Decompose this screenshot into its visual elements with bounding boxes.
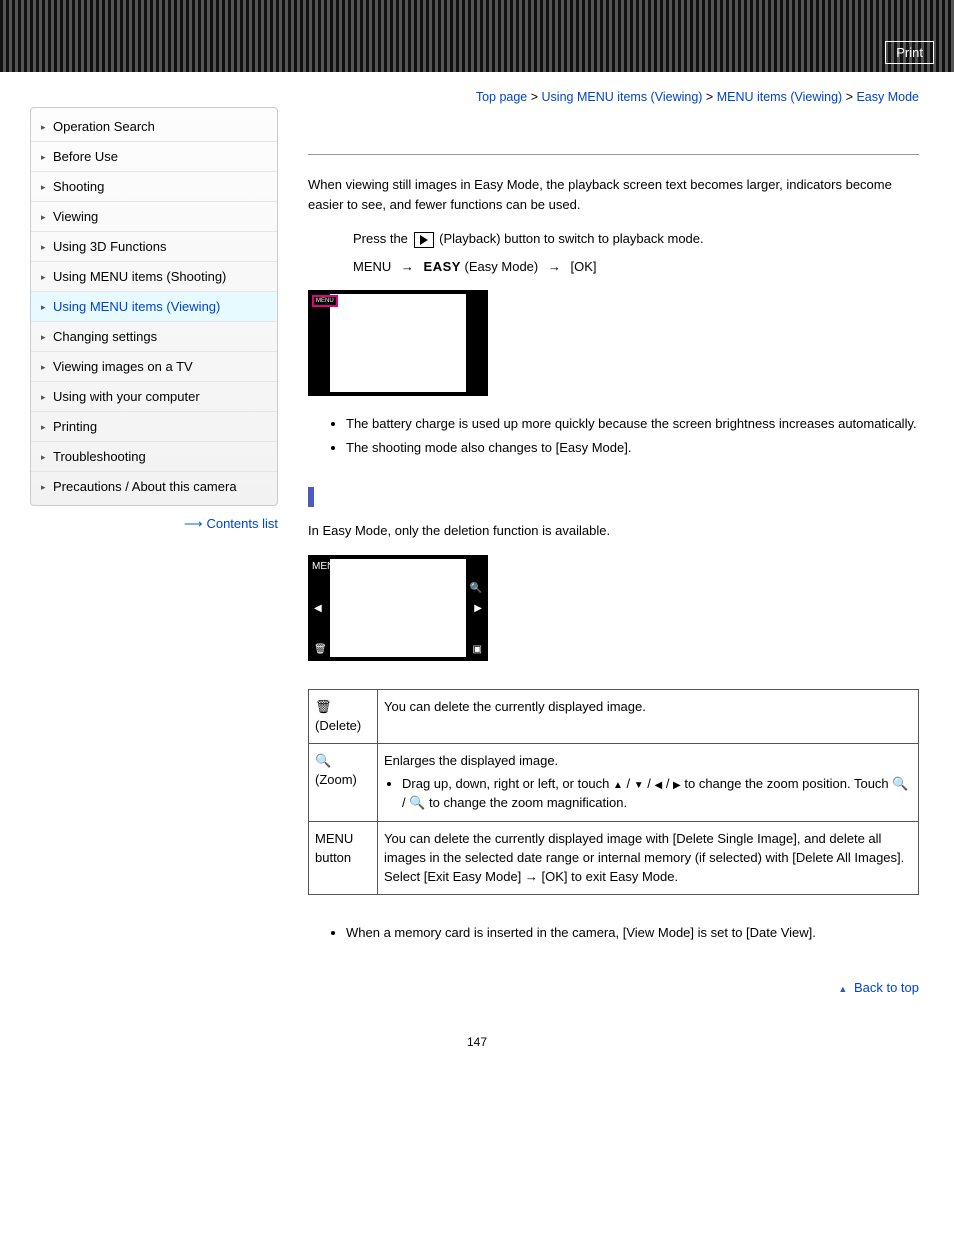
step-2: MENU → EASY (Easy Mode) → [OK] bbox=[353, 256, 919, 278]
trash-icon bbox=[315, 699, 332, 714]
sidebar-item-active[interactable]: Using MENU items (Viewing) bbox=[31, 292, 277, 322]
sidebar-nav: Operation Search Before Use Shooting Vie… bbox=[30, 107, 278, 506]
easy-label: EASY bbox=[424, 259, 461, 274]
next-icon: ▶ bbox=[474, 603, 482, 614]
breadcrumb-sep: > bbox=[846, 90, 857, 104]
list-item: The shooting mode also changes to [Easy … bbox=[346, 438, 919, 458]
back-to-top-link[interactable]: Back to top bbox=[308, 980, 919, 995]
page-number: 147 bbox=[0, 1035, 954, 1049]
notes-list-2: When a memory card is inserted in the ca… bbox=[328, 925, 919, 940]
zoom-in-icon: 🔍 bbox=[892, 776, 908, 791]
section2-intro: In Easy Mode, only the deletion function… bbox=[308, 521, 919, 541]
sidebar-item[interactable]: Shooting bbox=[31, 172, 277, 202]
zoom-in-icon: 🔍 bbox=[470, 583, 482, 594]
screenshot-1: MENU bbox=[308, 290, 488, 396]
sidebar-item[interactable]: Viewing bbox=[31, 202, 277, 232]
breadcrumb: Top page > Using MENU items (Viewing) > … bbox=[308, 90, 919, 104]
sidebar: Operation Search Before Use Shooting Vie… bbox=[30, 107, 278, 1025]
list-item: Drag up, down, right or left, or touch ▲… bbox=[402, 775, 912, 813]
header-bar: Print bbox=[0, 0, 954, 72]
table-row: MENU button You can delete the currently… bbox=[309, 821, 919, 895]
section-marker bbox=[308, 487, 314, 507]
right-icon: ▶ bbox=[673, 780, 681, 791]
sidebar-item[interactable]: Viewing images on a TV bbox=[31, 352, 277, 382]
up-icon: ▲ bbox=[613, 780, 623, 791]
notes-list-1: The battery charge is used up more quick… bbox=[328, 414, 919, 457]
sidebar-item[interactable]: Troubleshooting bbox=[31, 442, 277, 472]
sidebar-item[interactable]: Operation Search bbox=[31, 112, 277, 142]
sidebar-item[interactable]: Using with your computer bbox=[31, 382, 277, 412]
camera-icon: ▣ bbox=[473, 644, 482, 655]
print-button[interactable]: Print bbox=[885, 41, 934, 64]
cell-label: (Zoom) bbox=[309, 744, 378, 822]
breadcrumb-link[interactable]: MENU items (Viewing) bbox=[717, 90, 843, 104]
menu-badge-icon: MENU bbox=[312, 295, 338, 307]
cell-label: (Delete) bbox=[309, 689, 378, 744]
list-item: The battery charge is used up more quick… bbox=[346, 414, 919, 434]
breadcrumb-link[interactable]: Using MENU items (Viewing) bbox=[542, 90, 703, 104]
cell-desc: You can delete the currently displayed i… bbox=[378, 689, 919, 744]
cell-label: MENU button bbox=[309, 821, 378, 895]
breadcrumb-current: Easy Mode bbox=[856, 90, 919, 104]
prev-icon: ◀ bbox=[314, 603, 322, 614]
main-content: Top page > Using MENU items (Viewing) > … bbox=[278, 72, 924, 1025]
breadcrumb-sep: > bbox=[706, 90, 717, 104]
table-row: (Zoom) Enlarges the displayed image. Dra… bbox=[309, 744, 919, 822]
step-1: Press the (Playback) button to switch to… bbox=[353, 228, 919, 250]
zoom-icon bbox=[315, 753, 331, 768]
breadcrumb-link[interactable]: Top page bbox=[476, 90, 527, 104]
list-item: When a memory card is inserted in the ca… bbox=[346, 925, 919, 940]
sidebar-item[interactable]: Using MENU items (Shooting) bbox=[31, 262, 277, 292]
trash-icon: 🗑 bbox=[314, 644, 327, 655]
menu-icon: MENU bbox=[312, 561, 341, 572]
zoom-out-icon: 🔍 bbox=[409, 795, 425, 810]
function-table: (Delete) You can delete the currently di… bbox=[308, 689, 919, 896]
cell-desc: You can delete the currently displayed i… bbox=[378, 821, 919, 895]
sidebar-item[interactable]: Using 3D Functions bbox=[31, 232, 277, 262]
sidebar-item[interactable]: Changing settings bbox=[31, 322, 277, 352]
table-row: (Delete) You can delete the currently di… bbox=[309, 689, 919, 744]
arrow-right-icon: → bbox=[401, 259, 414, 274]
sidebar-item[interactable]: Precautions / About this camera bbox=[31, 472, 277, 501]
arrow-right-icon: → bbox=[525, 869, 538, 884]
arrow-right-icon: → bbox=[548, 259, 561, 274]
divider bbox=[308, 154, 919, 155]
contents-list-link[interactable]: ⟶Contents list bbox=[30, 516, 278, 532]
arrow-right-icon: ⟶ bbox=[184, 516, 203, 531]
down-icon: ▼ bbox=[634, 780, 644, 791]
breadcrumb-sep: > bbox=[531, 90, 542, 104]
cell-desc: Enlarges the displayed image. Drag up, d… bbox=[378, 744, 919, 822]
left-icon: ◀ bbox=[655, 780, 663, 791]
sidebar-item[interactable]: Before Use bbox=[31, 142, 277, 172]
sidebar-item[interactable]: Printing bbox=[31, 412, 277, 442]
screenshot-2: MENU ◀ 🗑 🔍 ▶ ▣ bbox=[308, 555, 488, 661]
playback-icon bbox=[414, 232, 434, 248]
intro-text: When viewing still images in Easy Mode, … bbox=[308, 175, 919, 214]
